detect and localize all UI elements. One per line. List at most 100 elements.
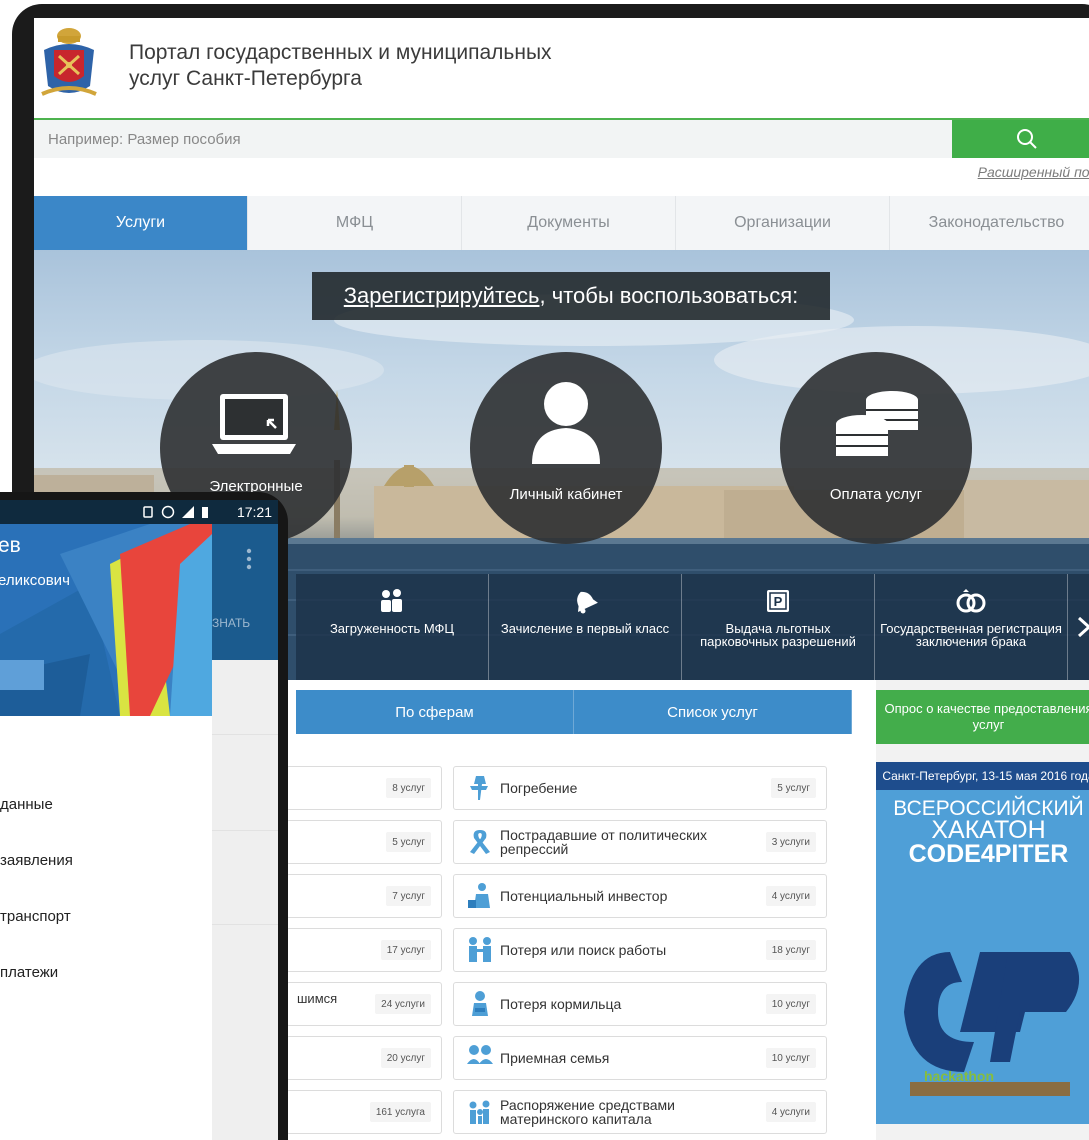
person-icon xyxy=(472,991,488,1016)
drawer-item-transport[interactable]: транспорт xyxy=(0,908,71,925)
register-text: , чтобы воспользоваться: xyxy=(539,283,799,308)
list-item[interactable]: 8 услуг xyxy=(286,766,442,810)
service-name: шимся xyxy=(297,991,338,1006)
divider xyxy=(212,734,278,735)
phone-screen: 17:21 ЗНАТЬ ев еликсович данные заявлени… xyxy=(0,500,278,1140)
laptop-icon xyxy=(212,394,296,454)
family-capital-icon xyxy=(469,1100,490,1124)
hackathon-banner[interactable]: Санкт-Петербург, 13-15 мая 2016 года ВСЕ… xyxy=(876,762,1089,1124)
people-icon xyxy=(381,589,402,612)
search-button[interactable] xyxy=(952,120,1089,158)
phone-content-bg xyxy=(212,660,278,1140)
quick-link-first-grade[interactable]: Зачисление в первый класс xyxy=(489,574,682,680)
right-sidebar: Опрос о качестве предоставления услуг Са… xyxy=(876,680,1089,1140)
list-item[interactable]: Приемная семья 10 услуг xyxy=(453,1036,827,1080)
service-name: Погребение xyxy=(500,780,578,796)
list-item[interactable]: Распоряжение средствами материнского кап… xyxy=(453,1090,827,1134)
banner-line2: ХАКАТОН xyxy=(931,816,1046,844)
investor-icon xyxy=(468,883,490,908)
circle-payment[interactable]: Оплата услуг xyxy=(780,352,972,544)
service-count: 24 услуги xyxy=(375,994,431,1014)
circle-label-cabinet: Личный кабинет xyxy=(509,486,623,503)
tab-services[interactable]: Услуги xyxy=(34,196,248,250)
quick-link-mfc-load[interactable]: Загруженность МФЦ xyxy=(296,574,489,680)
ribbon-icon xyxy=(470,830,490,854)
rings-icon xyxy=(956,589,986,613)
list-item[interactable]: 161 услуга xyxy=(286,1090,442,1134)
phone-device-frame: 17:21 ЗНАТЬ ев еликсович данные заявлени… xyxy=(0,492,288,1140)
service-count: 5 услуг xyxy=(386,832,431,852)
service-count: 5 услуг xyxy=(771,778,816,798)
user-patronymic: еликсович xyxy=(0,572,70,589)
tab-mfc[interactable]: МФЦ xyxy=(248,196,462,250)
banner-logo-text: hackathon xyxy=(924,1068,995,1084)
portal-title-line2: услуг Санкт-Петербурга xyxy=(129,67,362,90)
tab-organizations[interactable]: Организации xyxy=(676,196,890,250)
service-count: 10 услуг xyxy=(765,994,816,1014)
drawer-item-data[interactable]: данные xyxy=(0,796,53,813)
services-area: По сферам Список услуг 8 услуг 5 услуг 7… xyxy=(286,680,852,1140)
list-item[interactable]: Погребение 5 услуг xyxy=(453,766,827,810)
carousel-next-button[interactable] xyxy=(1067,574,1089,680)
user-last-name: ев xyxy=(0,534,21,557)
service-count: 17 услуг xyxy=(380,940,431,960)
tab-by-sphere[interactable]: По сферам xyxy=(296,690,574,734)
tab-legislation[interactable]: Законодательство xyxy=(890,196,1089,250)
tab-documents[interactable]: Документы xyxy=(462,196,676,250)
register-banner: Зарегистрируйтесь, чтобы воспользоваться… xyxy=(312,272,830,320)
list-item[interactable]: 5 услуг xyxy=(286,820,442,864)
status-time: 17:21 xyxy=(236,504,272,520)
quick-link-parking[interactable]: P Выдача льготных парковочных разрешений xyxy=(682,574,875,680)
job-search-icon xyxy=(469,937,491,962)
list-item[interactable]: Потенциальный инвестор 4 услуги xyxy=(453,874,827,918)
service-count: 20 услуг xyxy=(380,1048,431,1068)
svg-text:P: P xyxy=(774,594,783,609)
register-link[interactable]: Зарегистрируйтесь xyxy=(344,283,540,309)
portal-header: Портал государственных и муниципальных у… xyxy=(34,18,1089,118)
search-input[interactable] xyxy=(34,120,952,158)
list-item[interactable]: Потеря кормильца 10 услуг xyxy=(453,982,827,1026)
user-icon xyxy=(532,382,600,464)
service-name: Распоряжение средствами материнского кап… xyxy=(500,1097,675,1127)
coins-icon xyxy=(836,391,918,456)
banner-line3: CODE4PITER xyxy=(908,840,1069,868)
quick-links-row: Загруженность МФЦ Зачисление в первый кл… xyxy=(296,574,1089,680)
account-selector[interactable] xyxy=(0,660,44,690)
circle-personal-account[interactable]: Личный кабинет xyxy=(470,352,662,544)
family-icon xyxy=(467,1045,493,1064)
banner-date: Санкт-Петербург, 13-15 мая 2016 года xyxy=(876,762,1089,790)
spb-coat-of-arms-icon xyxy=(41,28,97,96)
service-count: 10 услуг xyxy=(765,1048,816,1068)
services-tabs: По сферам Список услуг xyxy=(296,690,852,734)
app-bar-action[interactable]: ЗНАТЬ xyxy=(212,616,250,630)
quick-link-marriage[interactable]: Государственная регистрация заключения б… xyxy=(875,574,1068,680)
divider xyxy=(212,830,278,831)
list-item[interactable]: 17 услуг xyxy=(286,928,442,972)
advanced-search-link[interactable]: Расширенный поиск xyxy=(978,164,1089,180)
quality-poll-button[interactable]: Опрос о качестве предоставления услуг xyxy=(876,690,1089,744)
tab-services-list[interactable]: Список услуг xyxy=(574,690,852,734)
service-name: Пострадавшие от политических репрессий xyxy=(500,827,708,857)
quick-link-label: Зачисление в первый класс xyxy=(500,621,670,636)
search-icon xyxy=(1016,129,1037,149)
navigation-drawer: ев еликсович данные заявления транспорт … xyxy=(0,524,212,1140)
more-vert-icon[interactable] xyxy=(246,548,252,570)
list-item[interactable]: 20 услуг xyxy=(286,1036,442,1080)
drawer-item-payments[interactable]: платежи xyxy=(0,964,58,981)
main-nav-tabs: Услуги МФЦ Документы Организации Законод… xyxy=(34,196,1089,250)
service-count: 4 услуги xyxy=(765,1102,816,1122)
list-item[interactable]: Пострадавшие от политических репрессий 3… xyxy=(453,820,827,864)
list-item[interactable]: шимся 24 услуги xyxy=(286,982,442,1026)
drawer-item-applications[interactable]: заявления xyxy=(0,852,73,869)
quick-link-label: Загруженность МФЦ xyxy=(329,621,455,636)
service-name: Потеря кормильца xyxy=(500,996,622,1012)
quick-link-label: Государственная регистрация заключения б… xyxy=(880,621,1062,649)
service-name: Потеря или поиск работы xyxy=(500,942,667,958)
circle-label-payment: Оплата услуг xyxy=(829,486,923,503)
bell-icon xyxy=(577,591,598,614)
service-count: 161 услуга xyxy=(369,1102,431,1122)
service-count: 3 услуги xyxy=(765,832,816,852)
list-item[interactable]: 7 услуг xyxy=(286,874,442,918)
list-item[interactable]: Потеря или поиск работы 18 услуг xyxy=(453,928,827,972)
portal-title: Портал государственных и муниципальных у… xyxy=(129,40,689,92)
